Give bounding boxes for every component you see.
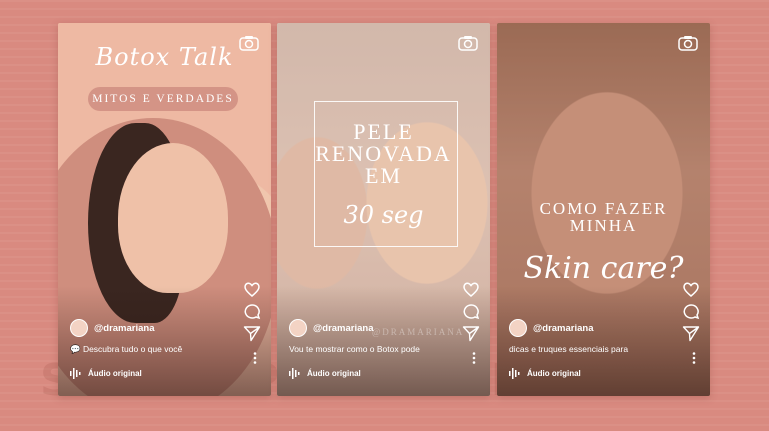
reel-card-3[interactable]: COMO FAZER MINHA Skin care? @dramariana … bbox=[497, 23, 710, 396]
audio-label: Áudio original bbox=[527, 369, 581, 378]
send-icon[interactable] bbox=[682, 325, 700, 342]
audio-wave-icon bbox=[509, 368, 520, 379]
audio-label: Áudio original bbox=[88, 369, 142, 378]
script-title: Botox Talk bbox=[95, 43, 234, 71]
script-title: Skin care? bbox=[523, 251, 684, 286]
action-bar bbox=[682, 281, 700, 347]
avatar[interactable] bbox=[509, 319, 527, 337]
script-title: 30 seg bbox=[343, 201, 424, 229]
avatar[interactable] bbox=[289, 319, 307, 337]
audio-row[interactable]: Áudio original bbox=[509, 368, 581, 379]
camera-icon[interactable] bbox=[678, 35, 698, 51]
portrait-face bbox=[118, 143, 228, 293]
audio-wave-icon bbox=[289, 368, 300, 379]
username[interactable]: @dramariana bbox=[94, 323, 154, 334]
reel-card-1[interactable]: Botox Talk MITOS E VERDADES @dramariana … bbox=[58, 23, 271, 396]
more-icon[interactable] bbox=[253, 352, 257, 364]
send-icon[interactable] bbox=[462, 325, 480, 342]
user-row[interactable]: @dramariana bbox=[70, 318, 154, 338]
audio-label: Áudio original bbox=[307, 369, 361, 378]
comment-icon[interactable] bbox=[243, 303, 261, 320]
heart-icon[interactable] bbox=[682, 281, 700, 298]
heart-icon[interactable] bbox=[462, 281, 480, 298]
action-bar bbox=[243, 281, 261, 347]
bottom-gradient bbox=[277, 286, 490, 396]
more-icon[interactable] bbox=[692, 352, 696, 364]
caption[interactable]: Vou te mostrar como o Botox pode bbox=[289, 344, 460, 354]
topic-badge: MITOS E VERDADES bbox=[88, 87, 238, 111]
audio-wave-icon bbox=[70, 368, 81, 379]
bottom-gradient bbox=[497, 286, 710, 396]
comment-icon[interactable] bbox=[462, 303, 480, 320]
username[interactable]: @dramariana bbox=[533, 323, 593, 334]
avatar[interactable] bbox=[70, 319, 88, 337]
audio-row[interactable]: Áudio original bbox=[70, 368, 142, 379]
reel-card-2[interactable]: PELE RENOVADA EM 30 seg @DRAMARIANA @dra… bbox=[277, 23, 490, 396]
caps-title: PELE RENOVADA EM bbox=[315, 119, 452, 188]
send-icon[interactable] bbox=[243, 325, 261, 342]
caps-title: COMO FAZER MINHA bbox=[539, 199, 668, 235]
caption[interactable]: 💬 Descubra tudo o que você bbox=[70, 344, 241, 355]
bottom-gradient bbox=[58, 286, 271, 396]
action-bar bbox=[462, 281, 480, 347]
user-row[interactable]: @dramariana bbox=[289, 318, 373, 338]
username[interactable]: @dramariana bbox=[313, 323, 373, 334]
heart-icon[interactable] bbox=[243, 281, 261, 298]
audio-row[interactable]: Áudio original bbox=[289, 368, 361, 379]
comment-icon[interactable] bbox=[682, 303, 700, 320]
brand-watermark: @DRAMARIANA bbox=[372, 327, 465, 337]
camera-icon[interactable] bbox=[458, 35, 478, 51]
more-icon[interactable] bbox=[472, 352, 476, 364]
caption[interactable]: dicas e truques essenciais para bbox=[509, 344, 680, 354]
user-row[interactable]: @dramariana bbox=[509, 318, 593, 338]
